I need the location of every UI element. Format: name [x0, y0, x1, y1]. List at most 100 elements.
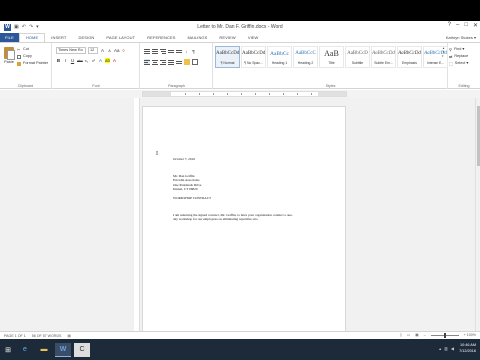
- grow-font-icon[interactable]: A: [100, 48, 105, 53]
- style-no-spacing[interactable]: AaBbCcDd ¶ No Spac...: [241, 46, 266, 68]
- tab-insert[interactable]: INSERT: [45, 33, 72, 42]
- italic-icon[interactable]: I: [63, 58, 68, 63]
- print-layout-icon[interactable]: ▭: [407, 333, 410, 337]
- copy-button[interactable]: Copy: [17, 53, 48, 60]
- vertical-scrollbar[interactable]: [475, 98, 480, 331]
- font-color-icon[interactable]: A: [112, 58, 117, 63]
- ribbon: Paste ✂ Cut Copy Format Painter Clipboard…: [0, 42, 480, 89]
- document-area[interactable]: I October 7, 2016 Mr. Dan Griffin Ericsd…: [0, 98, 480, 339]
- paragraph-group: ↓ ¶ Paragraph: [141, 43, 213, 89]
- align-center-icon[interactable]: [152, 59, 158, 65]
- font-name-select[interactable]: Times New Ro: [56, 47, 86, 54]
- paste-button[interactable]: Paste: [3, 47, 15, 69]
- letter-body-line-2[interactable]: day workshop for our employees on elimin…: [173, 217, 258, 221]
- desktop: W ▣ ↶ ↷ ▾ Letter to Mr. Dan F. Griffin.d…: [0, 0, 480, 360]
- cut-button[interactable]: ✂ Cut: [17, 46, 48, 53]
- vertical-ruler[interactable]: [134, 98, 140, 331]
- justify-icon[interactable]: [168, 59, 174, 65]
- tab-mailings[interactable]: MAILINGS: [182, 33, 214, 42]
- letter-subject[interactable]: WORKSHOP CONTRACT: [173, 196, 211, 200]
- numbering-icon[interactable]: [152, 48, 158, 54]
- change-case-icon[interactable]: Aa: [114, 48, 120, 53]
- bold-icon[interactable]: B: [56, 58, 61, 63]
- minimize-button[interactable]: –: [456, 22, 459, 29]
- tab-references[interactable]: REFERENCES: [141, 33, 181, 42]
- style-subtitle[interactable]: AaBbCcD Subtitle: [345, 46, 370, 68]
- increase-indent-icon[interactable]: [176, 48, 182, 54]
- scissors-icon: ✂: [17, 46, 21, 52]
- word-window: W ▣ ↶ ↷ ▾ Letter to Mr. Dan F. Griffin.d…: [0, 21, 480, 339]
- find-button[interactable]: ⚲ Find ▾: [449, 46, 468, 53]
- tab-design[interactable]: DESIGN: [72, 33, 100, 42]
- superscript-icon[interactable]: x²: [91, 59, 96, 63]
- file-explorer-icon[interactable]: ▬: [36, 343, 52, 357]
- tray-arrow-icon[interactable]: ▴: [439, 346, 441, 351]
- proofing-icon[interactable]: ▤: [67, 334, 70, 338]
- clock[interactable]: 10:46 AM 7/12/2016: [459, 342, 476, 354]
- align-left-icon[interactable]: [144, 59, 150, 65]
- tab-page-layout[interactable]: PAGE LAYOUT: [100, 33, 141, 42]
- document-page[interactable]: I October 7, 2016 Mr. Dan Griffin Ericsd…: [142, 106, 346, 339]
- editing-label: Editing: [458, 84, 470, 88]
- style-emphasis[interactable]: AaBbCcDd Emphasis: [397, 46, 422, 68]
- font-size-select[interactable]: 12: [88, 47, 98, 54]
- select-button[interactable]: ⬚ Select ▾: [449, 60, 468, 67]
- shrink-font-icon[interactable]: A: [107, 49, 112, 53]
- font-label: Font: [92, 84, 100, 88]
- more-styles-icon[interactable]: ▾: [442, 54, 447, 58]
- style-heading-1[interactable]: AaBbCc Heading 1: [267, 46, 292, 68]
- zoom-slider[interactable]: [430, 332, 459, 338]
- tab-file[interactable]: FILE: [0, 33, 19, 42]
- internet-explorer-icon[interactable]: e: [17, 343, 33, 357]
- tab-review[interactable]: REVIEW: [213, 33, 241, 42]
- underline-icon[interactable]: U: [70, 58, 75, 63]
- clear-format-icon[interactable]: ◊: [121, 48, 126, 53]
- paste-icon: [4, 47, 15, 60]
- ribbon-tabs: FILE HOME INSERT DESIGN PAGE LAYOUT REFE…: [0, 33, 480, 42]
- network-icon[interactable]: ▥: [444, 346, 448, 351]
- format-painter-button[interactable]: Format Painter: [17, 60, 48, 67]
- pilcrow-icon[interactable]: ¶: [191, 49, 196, 54]
- multilevel-list-icon[interactable]: [160, 48, 166, 54]
- app-c-taskbar-icon[interactable]: C: [74, 342, 90, 357]
- web-layout-icon[interactable]: ▦: [415, 333, 418, 337]
- clipboard-group: Paste ✂ Cut Copy Format Painter Clipboard: [0, 43, 52, 89]
- user-account[interactable]: Kathryn Stokes ▾: [446, 35, 476, 40]
- strikethrough-icon[interactable]: abc: [77, 59, 83, 63]
- status-bar: PAGE 1 OF 1 56 OF 57 WORDS ▤ ▯ ▭ ▦ – + 1…: [0, 331, 480, 339]
- shading-icon[interactable]: [184, 59, 190, 65]
- address-line-4[interactable]: Darien, CT 06820: [173, 187, 198, 191]
- zoom-out-icon[interactable]: –: [424, 333, 426, 337]
- clock-date: 7/12/2016: [459, 349, 476, 353]
- style-subtle-emphasis[interactable]: AaBbCcDd Subtle Em...: [371, 46, 396, 68]
- maximize-button[interactable]: □: [464, 22, 468, 29]
- tab-home[interactable]: HOME: [18, 33, 46, 42]
- sort-icon[interactable]: ↓: [184, 49, 189, 54]
- close-button[interactable]: ✕: [473, 22, 478, 29]
- style-title[interactable]: AaB Title: [319, 46, 344, 68]
- style-normal[interactable]: AaBbCcDd ¶ Normal: [215, 46, 240, 68]
- line-spacing-icon[interactable]: [176, 59, 182, 65]
- windows-start-icon[interactable]: ⊞: [2, 343, 14, 357]
- styles-scroll[interactable]: ▲ ▼ ▾: [442, 46, 447, 68]
- horizontal-ruler[interactable]: [142, 91, 347, 97]
- style-heading-2[interactable]: AaBbCcC Heading 2: [293, 46, 318, 68]
- subscript-icon[interactable]: x₂: [84, 59, 89, 63]
- bullets-icon[interactable]: [144, 48, 150, 54]
- page-count[interactable]: PAGE 1 OF 1: [4, 334, 26, 338]
- highlight-icon[interactable]: ab: [105, 58, 110, 63]
- read-mode-icon[interactable]: ▯: [400, 333, 402, 337]
- letter-date[interactable]: October 7, 2016: [173, 157, 195, 161]
- word-count[interactable]: 56 OF 57 WORDS: [32, 334, 62, 338]
- align-right-icon[interactable]: [160, 59, 166, 65]
- zoom-level[interactable]: + 100%: [464, 333, 476, 337]
- decrease-indent-icon[interactable]: [168, 48, 174, 54]
- replace-button[interactable]: ⇄ Replace: [449, 53, 468, 60]
- taskbar: ⊞ e ▬ W C ▴ ▥ ◀ 10:46 AM 7/12/2016: [0, 339, 480, 360]
- help-button[interactable]: ?: [448, 22, 451, 29]
- volume-icon[interactable]: ◀: [451, 346, 454, 351]
- text-effects-icon[interactable]: A: [98, 58, 103, 63]
- tab-view[interactable]: VIEW: [242, 33, 265, 42]
- borders-icon[interactable]: [192, 59, 198, 65]
- word-taskbar-icon[interactable]: W: [55, 342, 71, 357]
